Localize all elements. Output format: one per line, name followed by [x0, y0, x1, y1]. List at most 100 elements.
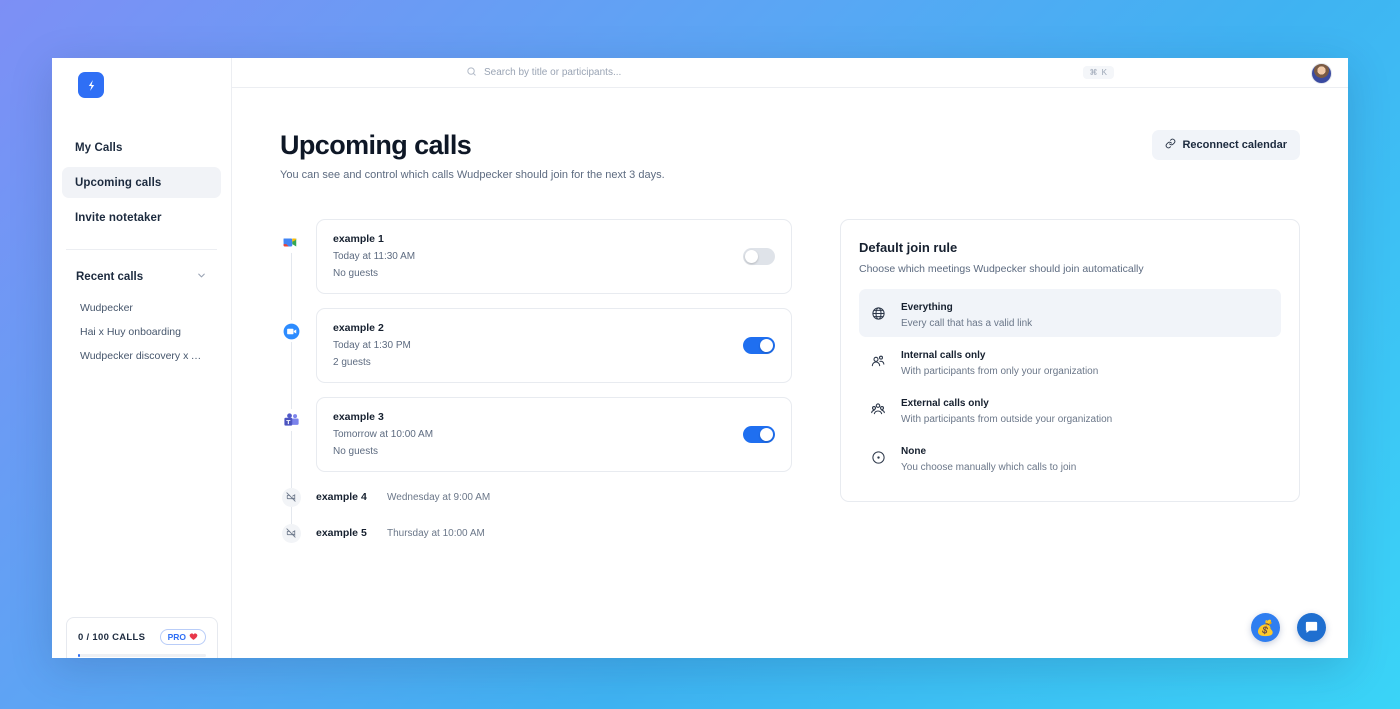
no-video-icon-container [280, 522, 302, 544]
join-rule-text: Internal calls only With participants fr… [901, 345, 1098, 377]
zoom-icon [280, 320, 302, 342]
floating-buttons: 💰 [1251, 613, 1326, 642]
call-card-text: example 1 Today at 11:30 AM No guests [333, 233, 415, 279]
call-join-toggle[interactable] [743, 247, 775, 265]
search-icon [466, 64, 477, 82]
list-item[interactable]: Wudpecker [76, 296, 207, 320]
table-row: example 2 Today at 1:30 PM 2 guests [280, 308, 792, 383]
call-join-toggle[interactable] [743, 336, 775, 354]
recent-calls-label: Recent calls [76, 271, 144, 283]
join-rule-desc: Every call that has a valid link [901, 318, 1033, 329]
usage-progress-bar [78, 654, 206, 657]
call-join-toggle[interactable] [743, 425, 775, 443]
call-time: Wednesday at 9:00 AM [387, 491, 491, 503]
page-title: Upcoming calls [280, 130, 472, 160]
recent-calls-section-header[interactable]: Recent calls [52, 270, 231, 284]
intercom-chat-icon[interactable] [1297, 613, 1326, 642]
sidebar: My Calls Upcoming calls Invite notetaker… [52, 58, 232, 658]
pro-badge-label: PRO [167, 632, 186, 642]
call-time: Today at 11:30 AM [333, 251, 416, 262]
recent-calls-list: Wudpecker Hai x Huy onboarding Wudpecker… [52, 296, 231, 368]
status-badge[interactable]: PRO [159, 629, 206, 645]
main-area: Search by title or participants... ⌘ K U… [232, 58, 1348, 658]
page-header-text: Upcoming calls You can see and control w… [280, 130, 665, 181]
usage-count-label: 0 / 100 CALLS [78, 631, 146, 643]
search-shortcut-badge: ⌘ K [1083, 66, 1114, 79]
avatar[interactable] [1311, 63, 1332, 84]
join-rule-option-external-calls-only[interactable]: External calls only With participants fr… [859, 385, 1281, 433]
reconnect-calendar-label: Reconnect calendar [1182, 139, 1287, 151]
microsoft-teams-icon [280, 409, 302, 431]
no-video-icon [281, 523, 301, 543]
call-time: Thursday at 10:00 AM [387, 527, 485, 539]
join-rule-desc: With participants from only your organiz… [901, 366, 1099, 377]
call-title: example 1 [333, 233, 384, 245]
join-rule-text: External calls only With participants fr… [901, 393, 1112, 425]
wudpecker-bolt-icon[interactable] [78, 72, 104, 98]
panel-title: Default join rule [859, 240, 958, 255]
call-title: example 4 [316, 491, 367, 503]
call-guests: No guests [333, 268, 379, 279]
sidebar-divider [66, 249, 217, 250]
call-guests: No guests [333, 446, 379, 457]
circle-dot-icon [869, 450, 887, 465]
call-card-text: example 3 Tomorrow at 10:00 AM No guests [333, 411, 433, 457]
call-title: example 2 [333, 322, 384, 334]
call-card[interactable]: example 2 Today at 1:30 PM 2 guests [316, 308, 792, 383]
sidebar-item-label: Upcoming calls [75, 176, 162, 189]
list-item[interactable]: Hai x Huy onboarding [76, 320, 207, 344]
group-people-icon [869, 401, 887, 417]
content-columns: example 1 Today at 11:30 AM No guests ex… [280, 219, 1300, 558]
page-content: Upcoming calls You can see and control w… [232, 88, 1348, 658]
call-card[interactable]: example 1 Today at 11:30 AM No guests [316, 219, 792, 294]
globe-icon [869, 306, 887, 321]
join-rule-option-none[interactable]: None You choose manually which calls to … [859, 433, 1281, 481]
join-rule-options: Everything Every call that has a valid l… [859, 289, 1281, 481]
default-join-rule-panel: Default join rule Choose which meetings … [840, 219, 1300, 502]
reconnect-calendar-button[interactable]: Reconnect calendar [1152, 130, 1300, 160]
search-input[interactable]: Search by title or participants... ⌘ K [460, 62, 1120, 84]
panel-subtitle: Choose which meetings Wudpecker should j… [859, 263, 1144, 275]
sidebar-item-upcoming-calls[interactable]: Upcoming calls [62, 167, 221, 198]
page-subtitle: You can see and control which calls Wudp… [280, 169, 665, 181]
money-bag-icon[interactable]: 💰 [1251, 613, 1280, 642]
logo-container [52, 58, 231, 98]
join-rule-text: Everything Every call that has a valid l… [901, 297, 1032, 329]
money-bag-glyph: 💰 [1256, 619, 1275, 637]
call-time: Today at 1:30 PM [333, 340, 411, 351]
usage-card-top: 0 / 100 CALLS PRO [78, 629, 206, 645]
chevron-down-icon[interactable] [196, 270, 207, 284]
call-guests: 2 guests [333, 357, 371, 368]
list-item[interactable]: example 4 Wednesday at 9:00 AM [280, 486, 792, 508]
sidebar-nav: My Calls Upcoming calls Invite notetaker [52, 132, 231, 237]
join-rule-desc: You choose manually which calls to join [901, 462, 1077, 473]
search-placeholder: Search by title or participants... [484, 67, 622, 78]
sidebar-item-label: My Calls [75, 141, 123, 154]
call-card[interactable]: example 3 Tomorrow at 10:00 AM No guests [316, 397, 792, 472]
list-item[interactable]: Wudpecker discovery x Acme [76, 344, 207, 368]
join-rule-text: None You choose manually which calls to … [901, 441, 1076, 473]
join-rule-option-internal-calls-only[interactable]: Internal calls only With participants fr… [859, 337, 1281, 385]
join-rule-name: Everything [901, 302, 953, 313]
no-video-icon-container [280, 486, 302, 508]
join-rule-name: External calls only [901, 398, 989, 409]
usage-card[interactable]: 0 / 100 CALLS PRO [66, 617, 218, 658]
no-video-icon [281, 487, 301, 507]
page-header: Upcoming calls You can see and control w… [280, 130, 1300, 181]
google-meet-icon [280, 231, 302, 253]
list-item[interactable]: example 5 Thursday at 10:00 AM [280, 522, 792, 544]
two-people-icon [869, 353, 887, 369]
sidebar-item-invite-notetaker[interactable]: Invite notetaker [62, 202, 221, 233]
calls-timeline: example 1 Today at 11:30 AM No guests ex… [280, 219, 792, 558]
call-title: example 3 [333, 411, 384, 423]
call-time: Tomorrow at 10:00 AM [333, 429, 434, 440]
sidebar-item-label: Invite notetaker [75, 211, 162, 224]
join-rule-desc: With participants from outside your orga… [901, 414, 1113, 425]
link-icon [1165, 138, 1176, 152]
top-bar: Search by title or participants... ⌘ K [232, 58, 1348, 88]
call-card-text: example 2 Today at 1:30 PM 2 guests [333, 322, 411, 368]
join-rule-option-everything[interactable]: Everything Every call that has a valid l… [859, 289, 1281, 337]
heart-icon [189, 632, 198, 643]
sidebar-item-my-calls[interactable]: My Calls [62, 132, 221, 163]
join-rule-name: None [901, 446, 926, 457]
